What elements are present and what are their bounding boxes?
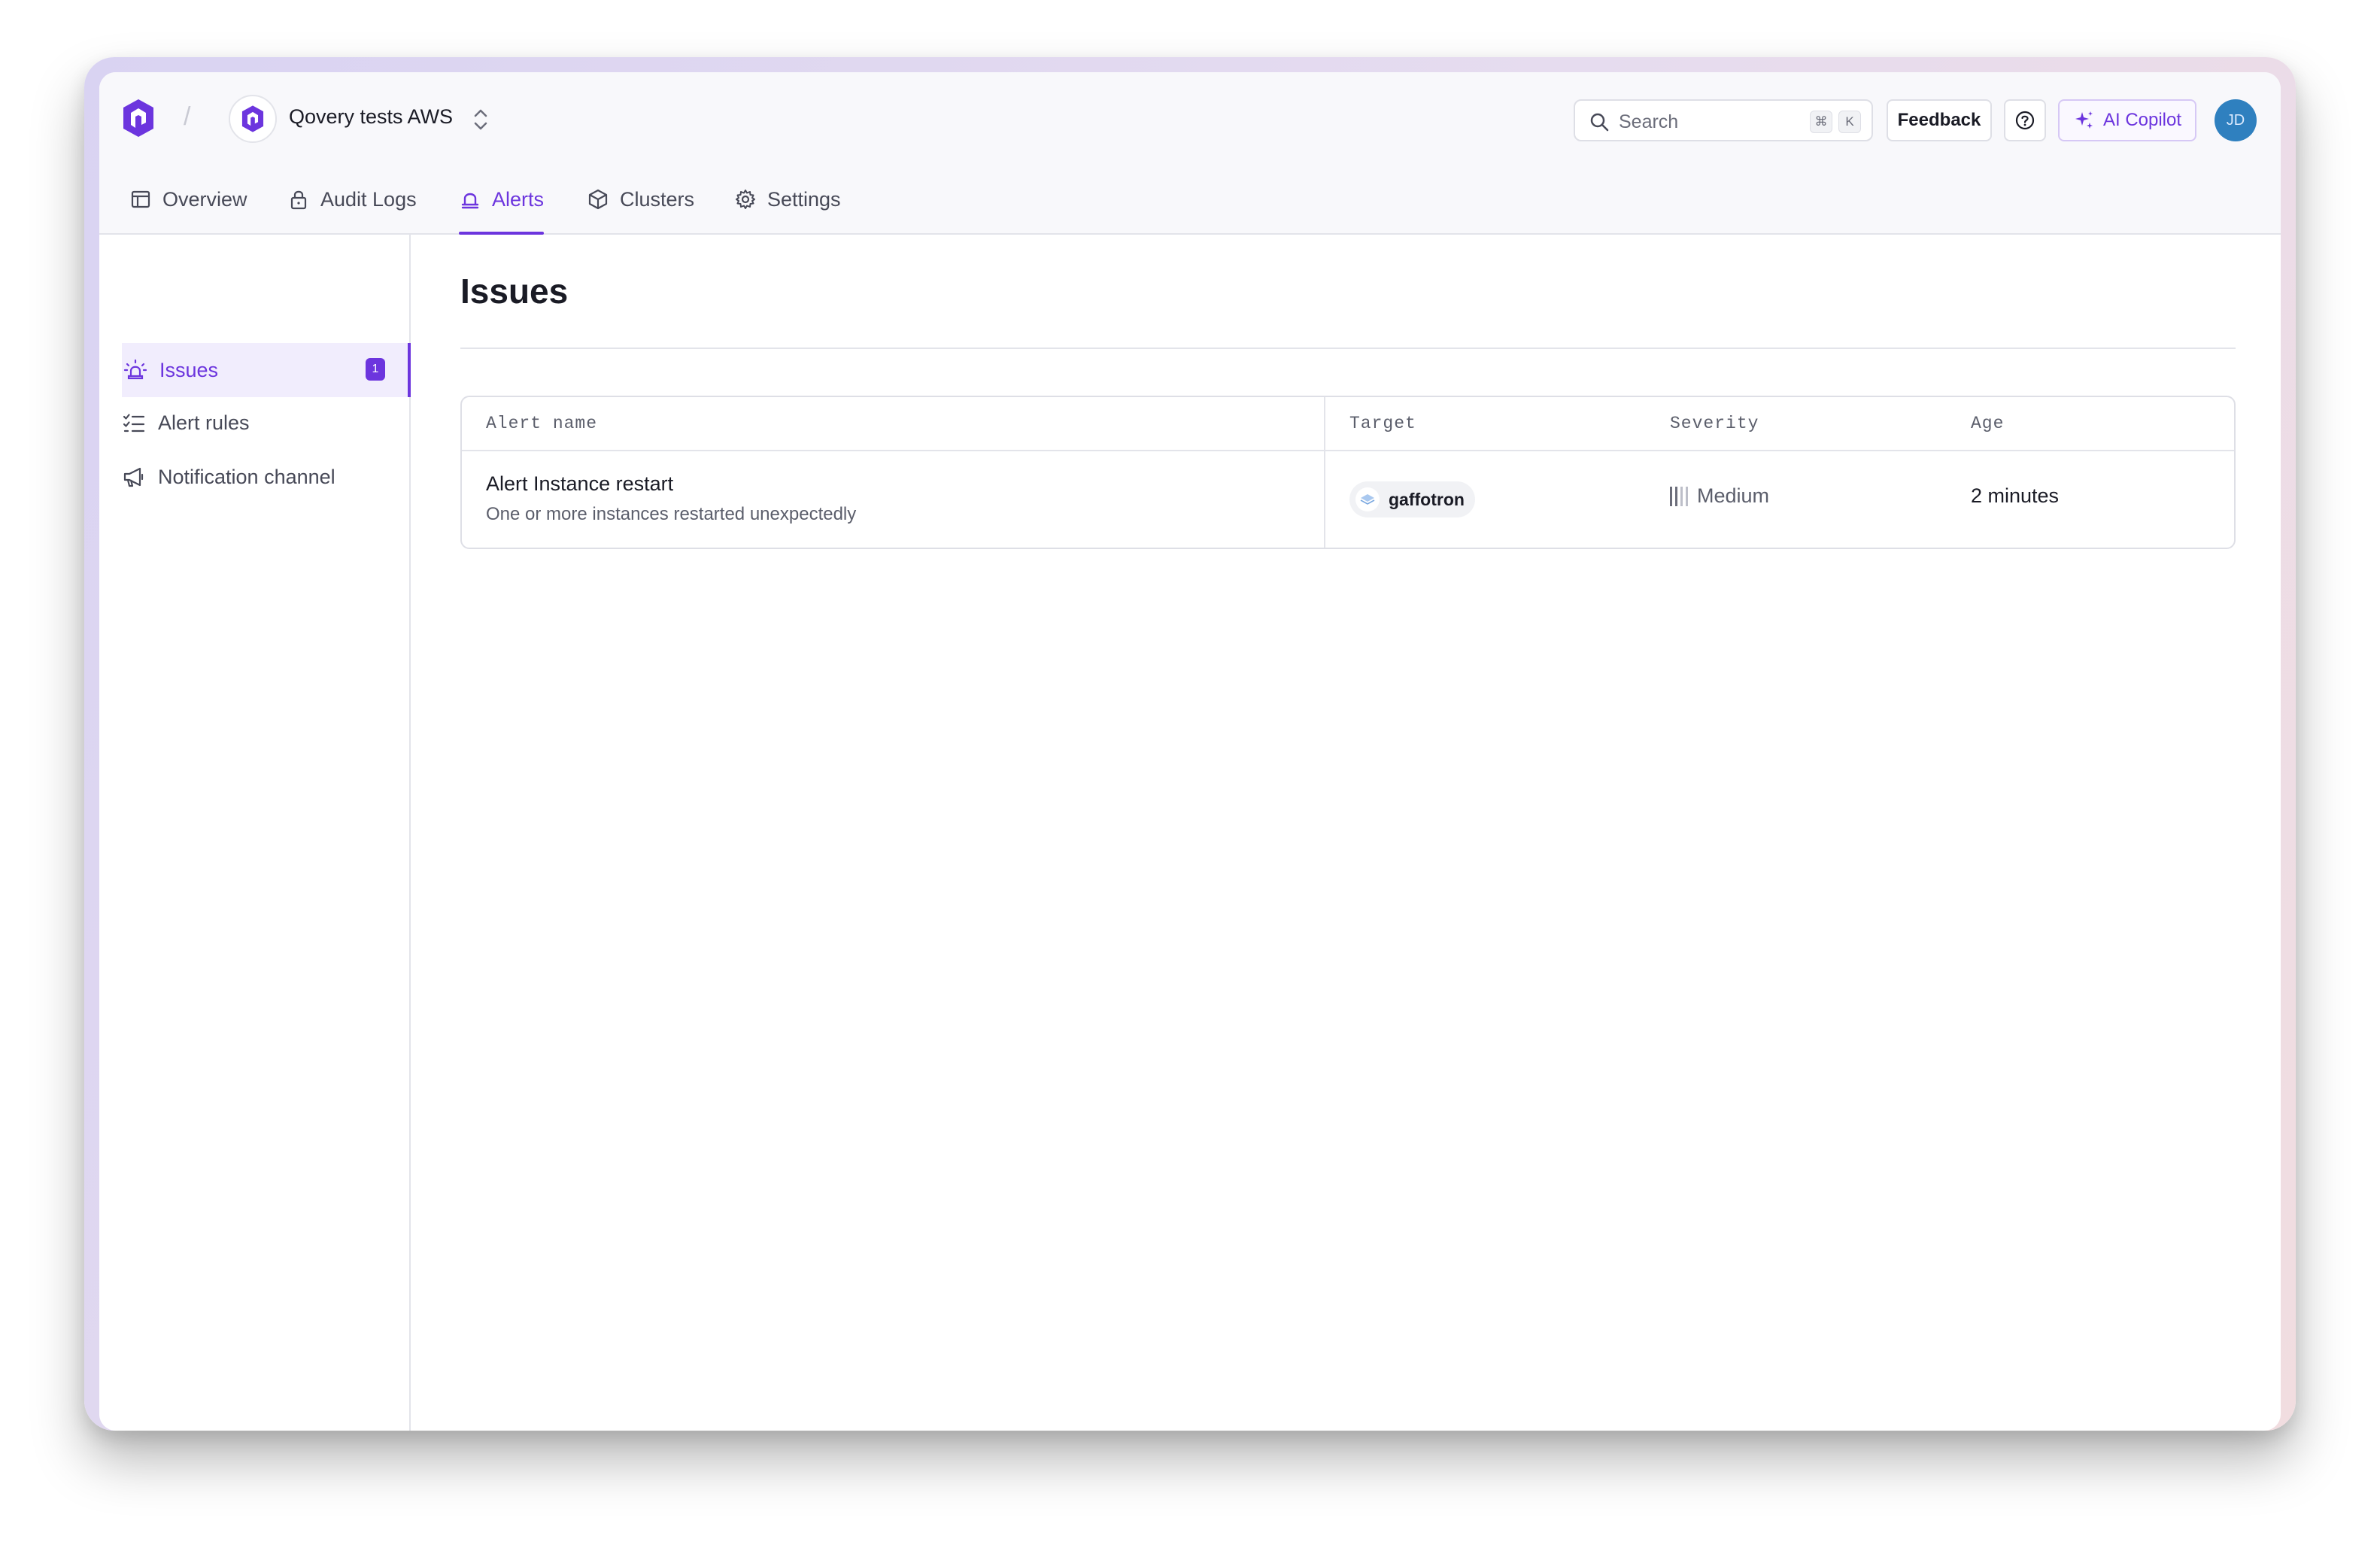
sidebar-item-notification-channel[interactable]: Notification channel bbox=[122, 450, 411, 504]
severity-bars bbox=[1670, 486, 1688, 507]
issues-table: Alert name Target Severity Age Alert Ins… bbox=[460, 396, 2236, 549]
ai-copilot-label: AI Copilot bbox=[2102, 110, 2182, 130]
layout-icon bbox=[131, 190, 150, 208]
chevron-up-down-icon[interactable] bbox=[471, 107, 490, 132]
sidebar-item-notification-channel-label: Notification channel bbox=[158, 465, 335, 488]
sidebar-item-issues-label: Issues bbox=[159, 358, 219, 381]
severity-bar bbox=[1670, 486, 1672, 506]
page-title: Issues bbox=[460, 272, 569, 311]
qovery-logo-icon[interactable] bbox=[120, 98, 156, 138]
help-button[interactable] bbox=[2004, 99, 2046, 141]
tab-settings-label: Settings bbox=[767, 188, 841, 211]
top-header: / Qovery tests AWS Search ⌘ K Feedback A… bbox=[99, 72, 2281, 235]
severity-bar bbox=[1686, 486, 1688, 506]
tab-alerts[interactable]: Alerts bbox=[459, 188, 545, 235]
cube-icon bbox=[588, 189, 608, 210]
column-header-target[interactable]: Target bbox=[1349, 414, 1416, 433]
main-content: Issues Alert name Target Severity Age Al… bbox=[412, 235, 2281, 1431]
gear-icon bbox=[736, 190, 755, 209]
tab-audit-logs-label: Audit Logs bbox=[320, 188, 417, 211]
tab-settings[interactable]: Settings bbox=[734, 188, 841, 235]
shortcut-k-key: K bbox=[1838, 111, 1861, 133]
bell-icon bbox=[461, 193, 479, 209]
title-divider bbox=[460, 348, 2236, 349]
target-name: gaffotron bbox=[1389, 489, 1465, 509]
table-row[interactable]: Alert Instance restart One or more insta… bbox=[462, 451, 2234, 548]
service-stack-icon bbox=[1355, 487, 1380, 511]
severity-bar bbox=[1675, 486, 1677, 506]
feedback-button[interactable]: Feedback bbox=[1887, 99, 1992, 141]
alert-age: 2 minutes bbox=[1971, 484, 2060, 507]
issues-count-badge: 1 bbox=[366, 358, 385, 381]
qovery-org-icon bbox=[241, 105, 264, 132]
column-header-alert-name[interactable]: Alert name bbox=[486, 414, 597, 433]
tab-clusters-label: Clusters bbox=[620, 188, 695, 211]
alert-description: One or more instances restarted unexpect… bbox=[486, 504, 857, 524]
tab-clusters[interactable]: Clusters bbox=[587, 188, 694, 235]
tab-audit-logs[interactable]: Audit Logs bbox=[287, 188, 417, 235]
megaphone-icon bbox=[123, 467, 144, 487]
help-circle-icon bbox=[2015, 111, 2035, 130]
list-checks-icon bbox=[123, 414, 145, 432]
breadcrumb-separator: / bbox=[184, 102, 191, 131]
alert-name[interactable]: Alert Instance restart bbox=[486, 472, 673, 496]
sidebar-item-issues[interactable]: Issues 1 bbox=[122, 343, 411, 397]
tab-alerts-label: Alerts bbox=[492, 188, 545, 211]
sparkles-icon bbox=[2075, 111, 2093, 129]
tab-overview-label: Overview bbox=[162, 188, 247, 211]
tab-overview[interactable]: Overview bbox=[129, 188, 247, 235]
column-header-age[interactable]: Age bbox=[1971, 414, 2004, 433]
org-avatar[interactable] bbox=[229, 95, 277, 143]
shortcut-command-key: ⌘ bbox=[1810, 111, 1832, 133]
lock-icon bbox=[290, 190, 307, 210]
severity-bar bbox=[1680, 486, 1683, 506]
table-header: Alert name Target Severity Age bbox=[462, 397, 2234, 451]
siren-icon bbox=[123, 359, 147, 380]
target-chip[interactable]: gaffotron bbox=[1349, 481, 1475, 517]
sidebar: Issues 1 Alert rules Notification channe… bbox=[99, 235, 411, 1431]
search-box[interactable]: Search ⌘ K bbox=[1574, 99, 1873, 141]
sidebar-item-alert-rules[interactable]: Alert rules bbox=[122, 396, 411, 450]
org-name[interactable]: Qovery tests AWS bbox=[289, 105, 453, 129]
ai-copilot-button[interactable]: AI Copilot bbox=[2058, 99, 2196, 141]
search-label: Search bbox=[1619, 111, 1679, 132]
severity-indicator: Medium bbox=[1670, 484, 1769, 508]
severity-label: Medium bbox=[1697, 484, 1770, 507]
sidebar-item-alert-rules-label: Alert rules bbox=[158, 411, 250, 434]
app-window: / Qovery tests AWS Search ⌘ K Feedback A… bbox=[99, 72, 2281, 1431]
search-icon bbox=[1590, 113, 1609, 132]
column-header-severity[interactable]: Severity bbox=[1670, 414, 1759, 433]
user-avatar[interactable]: JD bbox=[2215, 99, 2257, 141]
